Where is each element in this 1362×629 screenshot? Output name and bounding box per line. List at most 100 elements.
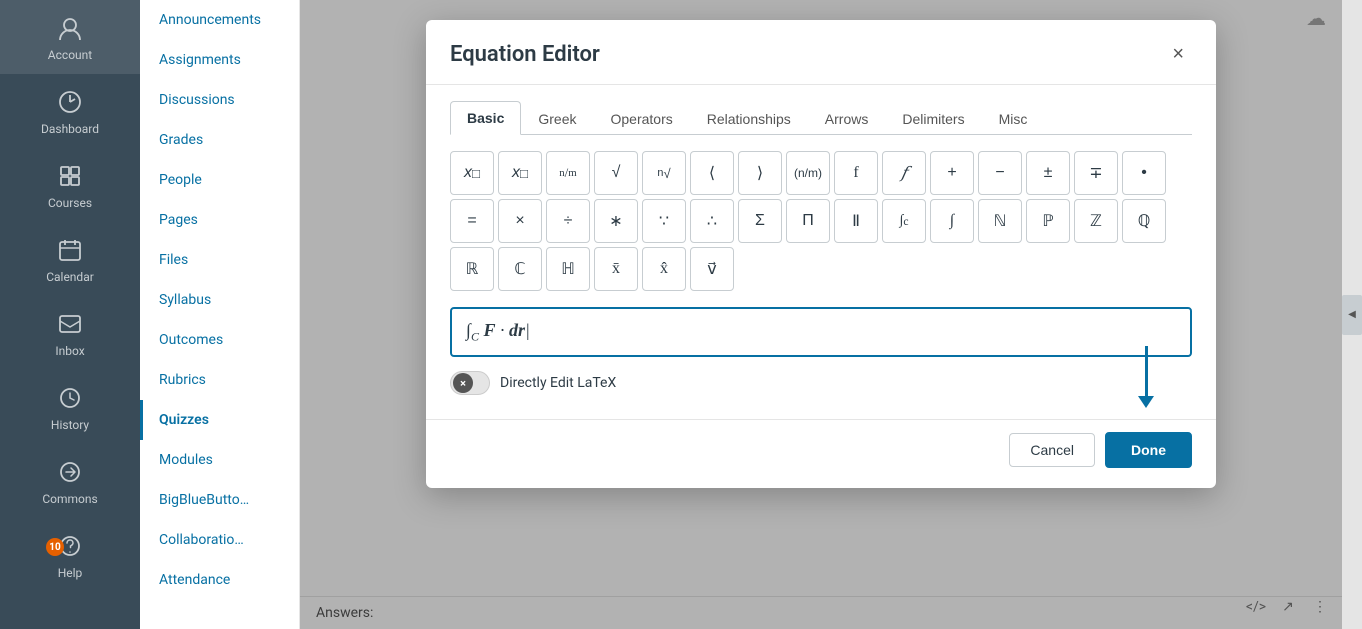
sym-sqrt[interactable]: √ [594, 151, 638, 195]
sym-integral[interactable]: ∫ [930, 199, 974, 243]
modal-footer: Cancel Done [426, 419, 1216, 488]
nav-grades[interactable]: Grades [140, 120, 299, 160]
modal-body: Basic Greek Operators Relationships Arro… [426, 85, 1216, 419]
symbol-grid: x□ x□ n/m √ n√ ⟨ ⟩ (n/m) f 𝑓 + [450, 151, 1192, 291]
nav-assignments[interactable]: Assignments [140, 40, 299, 80]
sym-times[interactable]: × [498, 199, 542, 243]
equation-display: ∫C F · dr| [466, 320, 530, 345]
help-icon: 10 [54, 530, 86, 562]
sidebar-item-label: Help [58, 566, 83, 580]
content-area: ☁ Answers: </> ↗ ⋮ Equation Editor × [300, 0, 1342, 629]
nav-bigbluebutton[interactable]: BigBlueButto… [140, 480, 299, 520]
sym-complex[interactable]: ℂ [498, 247, 542, 291]
sym-rationals[interactable]: ℚ [1122, 199, 1166, 243]
arrow-head [1138, 396, 1154, 408]
tab-misc[interactable]: Misc [982, 101, 1045, 135]
sym-f-italic[interactable]: 𝑓 [882, 151, 926, 195]
sym-product[interactable]: Π [786, 199, 830, 243]
sidebar-item-account[interactable]: Account [0, 0, 140, 74]
sym-v-vec[interactable]: v⃗ [690, 247, 734, 291]
sym-integers[interactable]: ℤ [1074, 199, 1118, 243]
sym-primes[interactable]: ℙ [1026, 199, 1070, 243]
course-navigation: Announcements Assignments Discussions Gr… [140, 0, 300, 629]
sym-minusplus[interactable]: ∓ [1074, 151, 1118, 195]
sym-nth-root[interactable]: n√ [642, 151, 686, 195]
calendar-icon [54, 234, 86, 266]
nav-attendance[interactable]: Attendance [140, 560, 299, 600]
sym-fraction[interactable]: n/m [546, 151, 590, 195]
toggle-x-icon: × [453, 373, 473, 393]
nav-collaborations[interactable]: Collaboratio… [140, 520, 299, 560]
sidebar-item-label: Inbox [55, 344, 84, 358]
nav-announcements[interactable]: Announcements [140, 0, 299, 40]
right-panel-toggle[interactable]: ◀ [1342, 295, 1362, 335]
sidebar-item-calendar[interactable]: Calendar [0, 222, 140, 296]
modal-close-button[interactable]: × [1164, 40, 1192, 68]
tab-arrows[interactable]: Arrows [808, 101, 886, 135]
tab-basic[interactable]: Basic [450, 101, 521, 135]
tab-greek[interactable]: Greek [521, 101, 593, 135]
sym-binom[interactable]: (n/m) [786, 151, 830, 195]
nav-files[interactable]: Files [140, 240, 299, 280]
tab-operators[interactable]: Operators [593, 101, 689, 135]
nav-modules[interactable]: Modules [140, 440, 299, 480]
sym-because[interactable]: ∵ [642, 199, 686, 243]
tab-relationships[interactable]: Relationships [690, 101, 808, 135]
sidebar-item-label: Courses [48, 196, 92, 210]
nav-pages[interactable]: Pages [140, 200, 299, 240]
sym-equals[interactable]: = [450, 199, 494, 243]
sym-quaternions[interactable]: ℍ [546, 247, 590, 291]
sidebar-item-courses[interactable]: Courses [0, 148, 140, 222]
sidebar-item-dashboard[interactable]: Dashboard [0, 74, 140, 148]
latex-toggle-row: × Directly Edit LaTeX [450, 371, 1192, 395]
right-panel: ◀ [1342, 0, 1362, 629]
sym-integral-c[interactable]: ∫c [882, 199, 926, 243]
sym-plus[interactable]: + [930, 151, 974, 195]
sym-plusminus[interactable]: ± [1026, 151, 1070, 195]
symbol-row-1: x□ x□ n/m √ n√ ⟨ ⟩ (n/m) f 𝑓 + [450, 151, 1192, 195]
tab-delimiters[interactable]: Delimiters [885, 101, 981, 135]
cancel-button[interactable]: Cancel [1009, 433, 1095, 467]
page-background: ☁ Answers: </> ↗ ⋮ Equation Editor × [300, 0, 1342, 629]
nav-people[interactable]: People [140, 160, 299, 200]
sym-reals[interactable]: ℝ [450, 247, 494, 291]
sym-therefore[interactable]: ∴ [690, 199, 734, 243]
done-arrow-indicator [1138, 346, 1154, 408]
sym-x-bar[interactable]: x̄ [594, 247, 638, 291]
sidebar-item-help[interactable]: 10 Help [0, 518, 140, 592]
arrow-shaft [1145, 346, 1148, 396]
nav-rubrics[interactable]: Rubrics [140, 360, 299, 400]
sym-minus[interactable]: − [978, 151, 1022, 195]
sidebar-item-label: Dashboard [41, 122, 99, 136]
sym-bullet[interactable]: • [1122, 151, 1166, 195]
equation-input[interactable]: ∫C F · dr| [450, 307, 1192, 357]
sidebar: Account Dashboard Courses [0, 0, 140, 629]
sym-langle[interactable]: ⟨ [690, 151, 734, 195]
done-button[interactable]: Done [1105, 432, 1192, 468]
sym-x-hat[interactable]: x̂ [642, 247, 686, 291]
sym-x-superscript[interactable]: x□ [498, 151, 542, 195]
sym-x-subscript[interactable]: x□ [450, 151, 494, 195]
dashboard-icon [54, 86, 86, 118]
sym-divide[interactable]: ÷ [546, 199, 590, 243]
nav-syllabus[interactable]: Syllabus [140, 280, 299, 320]
sidebar-item-commons[interactable]: Commons [0, 444, 140, 518]
commons-icon [54, 456, 86, 488]
nav-outcomes[interactable]: Outcomes [140, 320, 299, 360]
sidebar-item-history[interactable]: History [0, 370, 140, 444]
account-icon [54, 12, 86, 44]
nav-discussions[interactable]: Discussions [140, 80, 299, 120]
sym-ast[interactable]: ∗ [594, 199, 638, 243]
sidebar-item-label: Commons [42, 492, 97, 506]
help-badge: 10 [46, 538, 64, 556]
sym-rangle[interactable]: ⟩ [738, 151, 782, 195]
sidebar-item-label: History [51, 418, 89, 432]
sym-sigma[interactable]: Σ [738, 199, 782, 243]
sym-naturals[interactable]: ℕ [978, 199, 1022, 243]
nav-quizzes[interactable]: Quizzes [140, 400, 299, 440]
sidebar-item-inbox[interactable]: Inbox [0, 296, 140, 370]
courses-icon [54, 160, 86, 192]
latex-toggle-button[interactable]: × [450, 371, 490, 395]
sym-f-upright[interactable]: f [834, 151, 878, 195]
sym-double-vline[interactable]: Ⅱ [834, 199, 878, 243]
